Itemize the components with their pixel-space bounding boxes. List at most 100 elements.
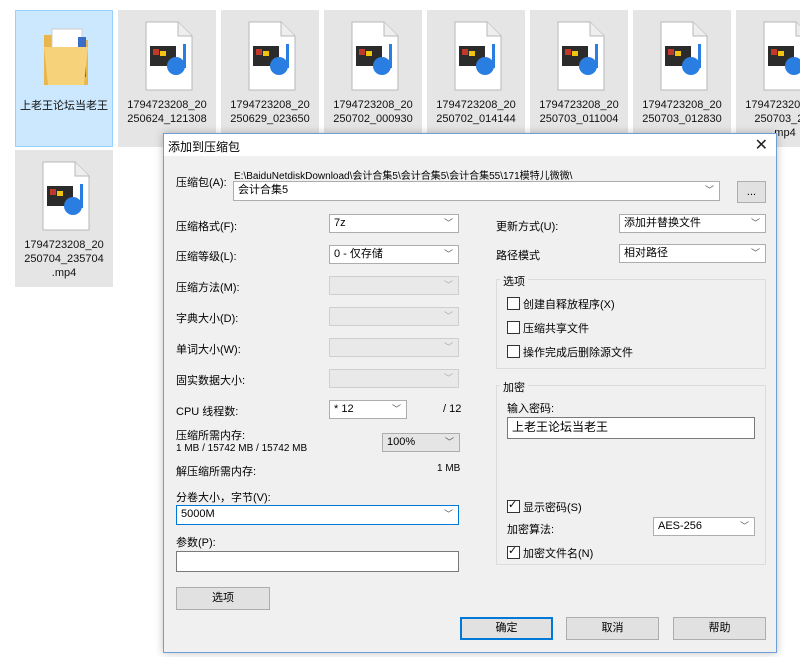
file-name: 1794723208_20 250702_014144	[429, 98, 523, 126]
file-name-line: 250703_011004	[539, 113, 619, 125]
mem-percent-select[interactable]: 100% ﹀	[382, 433, 460, 452]
media-file-icon	[42, 161, 90, 231]
file-name: 1794723208_20 250702_000930	[326, 98, 420, 126]
delete-checkbox[interactable]: 操作完成后删除源文件	[507, 344, 633, 360]
chevron-down-icon: ﹀	[443, 249, 453, 259]
file-name-line: 250703_012830	[642, 113, 722, 125]
help-button[interactable]: 帮助	[673, 617, 766, 640]
split-combo[interactable]: 5000M ﹀	[176, 505, 459, 525]
file-name-line: 1794723208_20	[24, 239, 104, 251]
sfx-checkbox-box	[507, 297, 520, 310]
file-name-line: 250703_235	[754, 113, 800, 125]
file-name-line: 1794723208_20	[127, 99, 207, 111]
format-label: 压缩格式(F):	[176, 221, 238, 233]
level-value: 0 - 仅存储	[334, 248, 383, 260]
split-value: 5000M	[181, 508, 215, 520]
media-file-item[interactable]: 1794723208_20250703_235mp4	[736, 10, 800, 147]
media-file-item[interactable]: 1794723208_20 250704_235704 .mp4	[15, 150, 113, 287]
enc-method-value: AES-256	[658, 520, 703, 532]
file-name-line: 250702_014144	[436, 113, 516, 125]
media-file-icon	[557, 21, 605, 91]
encrypt-names-checkbox[interactable]: 加密文件名(N)	[507, 544, 594, 561]
params-input[interactable]	[176, 551, 459, 572]
archive-label: 压缩包(A):	[176, 177, 227, 189]
file-name-line: .mp4	[51, 267, 77, 279]
shared-checkbox[interactable]: 压缩共享文件	[507, 320, 589, 336]
media-file-icon	[763, 21, 800, 91]
enc-method-label: 加密算法:	[507, 524, 555, 536]
cpu-label: CPU 线程数:	[176, 406, 239, 418]
folder-icon-item[interactable]: 上老王论坛当老王	[15, 10, 113, 147]
file-name-line: 1794723208_20	[745, 99, 800, 111]
password-label: 输入密码:	[507, 403, 555, 415]
update-label: 更新方式(U):	[496, 221, 559, 233]
format-select[interactable]: 7z ﹀	[329, 214, 459, 233]
mem-comp-label: 压缩所需内存:	[176, 430, 246, 442]
dialog-titlebar: 添加到压缩包 ✕	[164, 134, 776, 156]
folder-name: 上老王论坛当老王	[20, 100, 108, 112]
update-select[interactable]: 添加并替换文件 ﹀	[619, 214, 766, 233]
file-name-line: 250624_121308	[127, 113, 207, 125]
media-file-item[interactable]: 1794723208_20 250624_121308	[118, 10, 216, 147]
ok-button[interactable]: 确定	[460, 617, 553, 640]
cpu-select[interactable]: * 12 ﹀	[329, 400, 407, 419]
encrypt-names-label: 加密文件名(N)	[523, 548, 594, 560]
file-name-line: 1794723208_20	[539, 99, 619, 111]
path-select[interactable]: 相对路径 ﹀	[619, 244, 766, 263]
update-value: 添加并替换文件	[624, 217, 701, 229]
media-file-item[interactable]: 1794723208_20 250702_014144	[427, 10, 525, 147]
enc-method-select[interactable]: AES-256 ﹀	[653, 517, 755, 536]
folder-icon	[44, 28, 88, 85]
method-label: 压缩方法(M):	[176, 282, 240, 294]
password-input[interactable]: 上老王论坛当老王	[507, 417, 755, 439]
level-select[interactable]: 0 - 仅存储 ﹀	[329, 245, 459, 264]
format-value: 7z	[334, 217, 346, 229]
path-label: 路径模式	[496, 250, 540, 262]
mem-decomp-label: 解压缩所需内存:	[176, 466, 257, 478]
chevron-down-icon: ﹀	[443, 218, 453, 228]
word-label: 单词大小(W):	[176, 344, 241, 356]
dict-select: ﹀	[329, 307, 459, 326]
browse-button[interactable]: ...	[737, 181, 766, 203]
dialog-title: 添加到压缩包	[168, 140, 241, 154]
cancel-button[interactable]: 取消	[566, 617, 659, 640]
sfx-checkbox-label: 创建自释放程序(X)	[523, 299, 615, 311]
add-to-archive-dialog: 添加到压缩包 ✕ 压缩包(A): E:\BaiduNetdiskDownload…	[163, 133, 777, 653]
options-group-title: 选项	[500, 273, 528, 289]
solid-label: 固实数据大小:	[176, 375, 246, 387]
file-name: 1794723208_20 250703_012830	[635, 98, 729, 126]
chevron-down-icon: ﹀	[750, 218, 760, 228]
encrypt-names-checkbox-box	[507, 544, 520, 559]
file-name-line: 1794723208_20	[642, 99, 722, 111]
media-file-item[interactable]: 1794723208_20 250703_012830	[633, 10, 731, 147]
media-file-icon	[248, 21, 296, 91]
chevron-down-icon: ﹀	[750, 248, 760, 258]
file-name-line: 1794723208_20	[436, 99, 516, 111]
chevron-down-icon: ﹀	[391, 404, 401, 414]
file-name: 1794723208_20 250629_023650	[223, 98, 317, 126]
media-file-item[interactable]: 1794723208_20 250629_023650	[221, 10, 319, 147]
split-label: 分卷大小，字节(V):	[176, 492, 271, 504]
archive-name-value: 会计合集5	[238, 184, 289, 196]
solid-select: ﹀	[329, 369, 459, 388]
media-file-item[interactable]: 1794723208_20 250702_000930	[324, 10, 422, 147]
mem-comp-value: 1 MB / 15742 MB / 15742 MB	[176, 443, 308, 454]
method-select: ﹀	[329, 276, 459, 295]
show-password-checkbox[interactable]: 显示密码(S)	[507, 498, 582, 515]
close-icon[interactable]: ✕	[755, 135, 768, 155]
archive-name-combo[interactable]: 会计合集5 ﹀	[233, 181, 720, 201]
chevron-down-icon: ﹀	[444, 437, 454, 447]
cpu-value: * 12	[334, 403, 354, 415]
chevron-down-icon: ﹀	[739, 521, 749, 531]
shared-checkbox-box	[507, 321, 520, 334]
word-select: ﹀	[329, 338, 459, 357]
delete-checkbox-label: 操作完成后删除源文件	[523, 347, 633, 359]
media-file-item[interactable]: 1794723208_20 250703_011004	[530, 10, 628, 147]
params-label: 参数(P):	[176, 537, 216, 549]
options-button[interactable]: 选项	[176, 587, 270, 610]
archive-path: E:\BaiduNetdiskDownload\会计合集5\会计合集5\会计合集…	[234, 171, 573, 182]
chevron-down-icon: ﹀	[704, 185, 714, 195]
file-name-line: 250629_023650	[230, 113, 310, 125]
path-value: 相对路径	[624, 247, 668, 259]
sfx-checkbox[interactable]: 创建自释放程序(X)	[507, 296, 615, 312]
